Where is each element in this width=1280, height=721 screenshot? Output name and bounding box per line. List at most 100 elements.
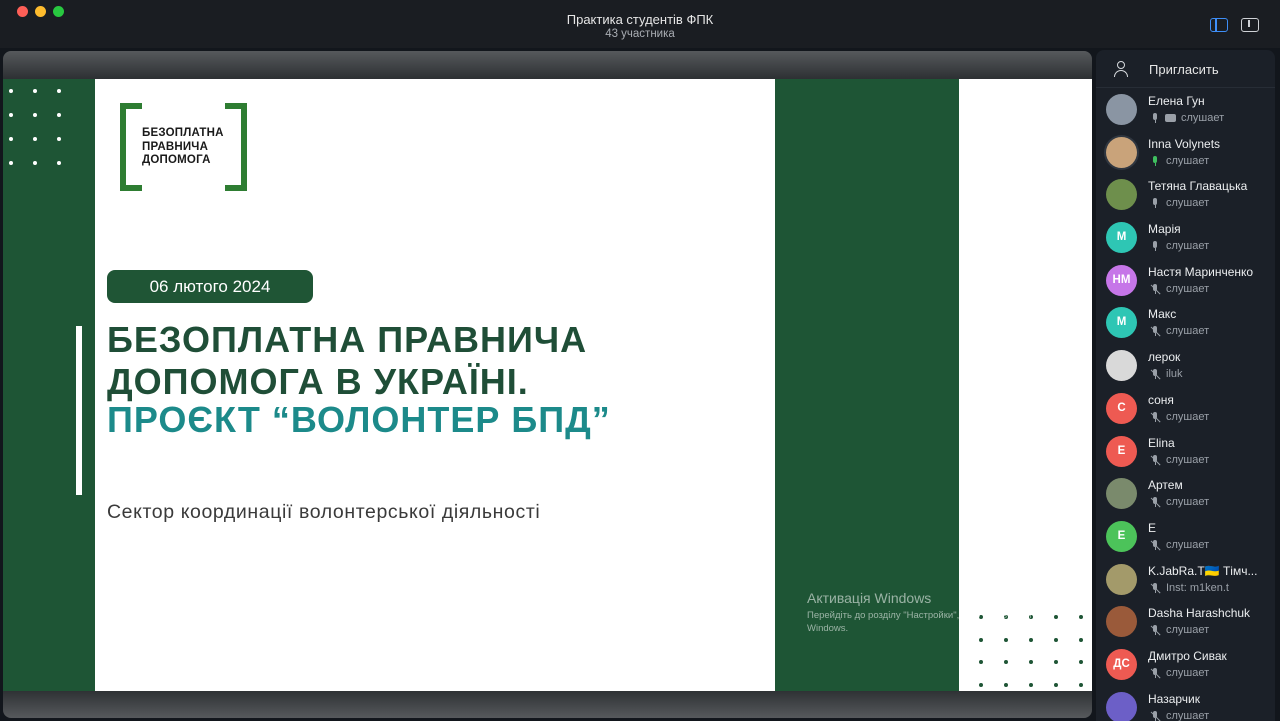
- participant-status: слушает: [1166, 325, 1210, 338]
- participant-row[interactable]: лерок iluk: [1096, 344, 1275, 387]
- mic-muted-icon: [1150, 497, 1161, 508]
- participant-name: K.JabRa.T🇺🇦 Тімч...: [1148, 563, 1258, 578]
- date-badge: 06 лютого 2024: [107, 270, 313, 303]
- app-window: Практика студентів ФПК 43 участника БЕЗО…: [0, 0, 1280, 721]
- participant-name: Elina: [1148, 435, 1175, 450]
- participant-row[interactable]: Елена Гун слушает: [1096, 88, 1275, 131]
- participant-row[interactable]: Inna Volynets слушает: [1096, 131, 1275, 174]
- participant-name: Настя Маринченко: [1148, 264, 1254, 279]
- windows-activation-watermark: Активація Windows Перейдіть до розділу "…: [807, 590, 1057, 635]
- avatar: М: [1106, 307, 1137, 339]
- participant-row[interactable]: НМ Настя Маринченко слушает: [1096, 259, 1275, 302]
- avatar: [1106, 350, 1137, 382]
- participant-status: слушает: [1166, 624, 1210, 637]
- invite-button[interactable]: Пригласить: [1096, 50, 1275, 88]
- participant-name: Inna Volynets: [1148, 136, 1221, 151]
- mic-muted-icon: [1150, 454, 1161, 466]
- avatar: [1106, 606, 1137, 638]
- slide-heading-line2: ДОПОМОГА В УКРАЇНІ.: [107, 361, 529, 402]
- participant-count: 43 участника: [605, 28, 675, 40]
- participant-row[interactable]: Артем слушает: [1096, 472, 1275, 515]
- participant-status: слушает: [1166, 240, 1210, 253]
- participant-status: слушает: [1166, 496, 1210, 509]
- avatar: [1106, 94, 1137, 125]
- screen-share-icon[interactable]: [1241, 18, 1259, 32]
- logo-bracket-left: [120, 103, 142, 191]
- avatar: [1106, 478, 1137, 510]
- participant-row[interactable]: ДС Дмитро Сивак слушает: [1096, 643, 1275, 686]
- avatar: ДС: [1106, 648, 1137, 680]
- logo-line: ДОПОМОГА: [142, 154, 211, 166]
- participant-row[interactable]: Назарчик слушает: [1096, 686, 1275, 721]
- participant-row[interactable]: E Eслушает: [1096, 515, 1275, 558]
- participant-row[interactable]: E Elina слушает: [1096, 430, 1275, 473]
- avatar: [1106, 179, 1137, 211]
- mic-icon: [1150, 113, 1160, 124]
- avatar: E: [1106, 520, 1137, 552]
- participant-name: Дмитро Сивак: [1148, 648, 1227, 663]
- participant-status: слушает: [1166, 197, 1210, 210]
- participant-name: Елена Гун: [1148, 94, 1205, 108]
- toggle-sidebar-icon[interactable]: [1210, 18, 1228, 32]
- avatar: [1106, 691, 1137, 721]
- participant-name: Макс: [1148, 307, 1177, 322]
- add-person-icon: [1113, 61, 1129, 77]
- participant-status: слушает: [1166, 282, 1210, 295]
- logo-bracket-right: [225, 103, 247, 191]
- avatar: [1106, 136, 1137, 168]
- bpd-logo: БЕЗОПЛАТНА ПРАВНИЧА ДОПОМОГА: [120, 103, 247, 191]
- mic-muted-icon: [1150, 283, 1161, 295]
- participant-row[interactable]: М Макс слушает: [1096, 301, 1275, 344]
- watermark-title: Активація Windows: [807, 590, 932, 606]
- logo-line: БЕЗОПЛАТНА: [142, 127, 224, 139]
- participant-row[interactable]: М Марія слушает: [1096, 216, 1275, 259]
- presentation-slide: БЕЗОПЛАТНА ПРАВНИЧА ДОПОМОГА 06 лютого 2…: [3, 79, 1092, 691]
- participant-status: слушает: [1166, 410, 1210, 423]
- avatar: С: [1106, 392, 1137, 424]
- shared-screen[interactable]: БЕЗОПЛАТНА ПРАВНИЧА ДОПОМОГА 06 лютого 2…: [3, 51, 1092, 718]
- mic-muted-icon: [1150, 667, 1161, 679]
- participant-row[interactable]: Dasha Harashchuk слушает: [1096, 600, 1275, 643]
- invite-label: Пригласить: [1149, 62, 1219, 77]
- participant-list: Елена Гун слушает Inna Volynets слушает Тетя…: [1096, 88, 1275, 721]
- mic-muted-icon: [1150, 411, 1161, 423]
- mic-icon: [1150, 155, 1160, 167]
- participant-name: E: [1148, 520, 1157, 535]
- dot-pattern-left: [9, 89, 81, 185]
- mic-icon: [1150, 198, 1160, 209]
- accent-bar: [76, 326, 82, 495]
- participant-row[interactable]: Ссоня слушает: [1096, 387, 1275, 430]
- screen-share-icon: [1165, 114, 1176, 122]
- participant-status: слушает: [1166, 709, 1210, 721]
- participant-status: слушает: [1166, 453, 1210, 466]
- participant-name: Артем: [1148, 478, 1183, 493]
- participant-row[interactable]: Тетяна Главацька слушает: [1096, 173, 1275, 216]
- participant-status: слушает: [1166, 538, 1210, 551]
- participant-name: соня: [1148, 392, 1174, 407]
- mic-muted-icon: [1150, 539, 1161, 551]
- participant-name: Dasha Harashchuk: [1148, 606, 1251, 621]
- participants-panel: Пригласить Елена Гун слушает Inna Volynets…: [1096, 50, 1275, 721]
- avatar: М: [1106, 222, 1137, 254]
- participant-status: слушает: [1166, 154, 1210, 167]
- title-bar: Практика студентів ФПК 43 участника: [0, 0, 1280, 48]
- avatar: НМ: [1106, 264, 1137, 296]
- mic-muted-icon: [1150, 625, 1161, 636]
- participant-status: iluk: [1166, 368, 1183, 381]
- mic-icon: [1150, 241, 1160, 252]
- mic-muted-icon: [1150, 582, 1161, 594]
- mic-muted-icon: [1150, 369, 1161, 380]
- slide-heading-line3: ПРОЄКТ “ВОЛОНТЕР БПД”: [107, 399, 611, 440]
- participant-status: Inst: m1ken.t: [1166, 581, 1229, 594]
- participant-name: лерок: [1148, 350, 1181, 365]
- participant-name: Назарчик: [1148, 691, 1200, 706]
- participant-row[interactable]: K.JabRa.T🇺🇦 Тімч... Inst: m1ken.t: [1096, 558, 1275, 601]
- slide-heading-line1: БЕЗОПЛАТНА ПРАВНИЧА: [107, 319, 588, 360]
- logo-line: ПРАВНИЧА: [142, 140, 209, 153]
- slide-subheading: Сектор координації волонтерської діяльно…: [107, 501, 541, 523]
- participant-name: Тетяна Главацька: [1148, 179, 1248, 194]
- call-title: Практика студентів ФПК: [566, 12, 714, 27]
- participant-name: Марія: [1148, 222, 1181, 237]
- mic-muted-icon: [1150, 710, 1161, 721]
- mic-muted-icon: [1150, 326, 1161, 338]
